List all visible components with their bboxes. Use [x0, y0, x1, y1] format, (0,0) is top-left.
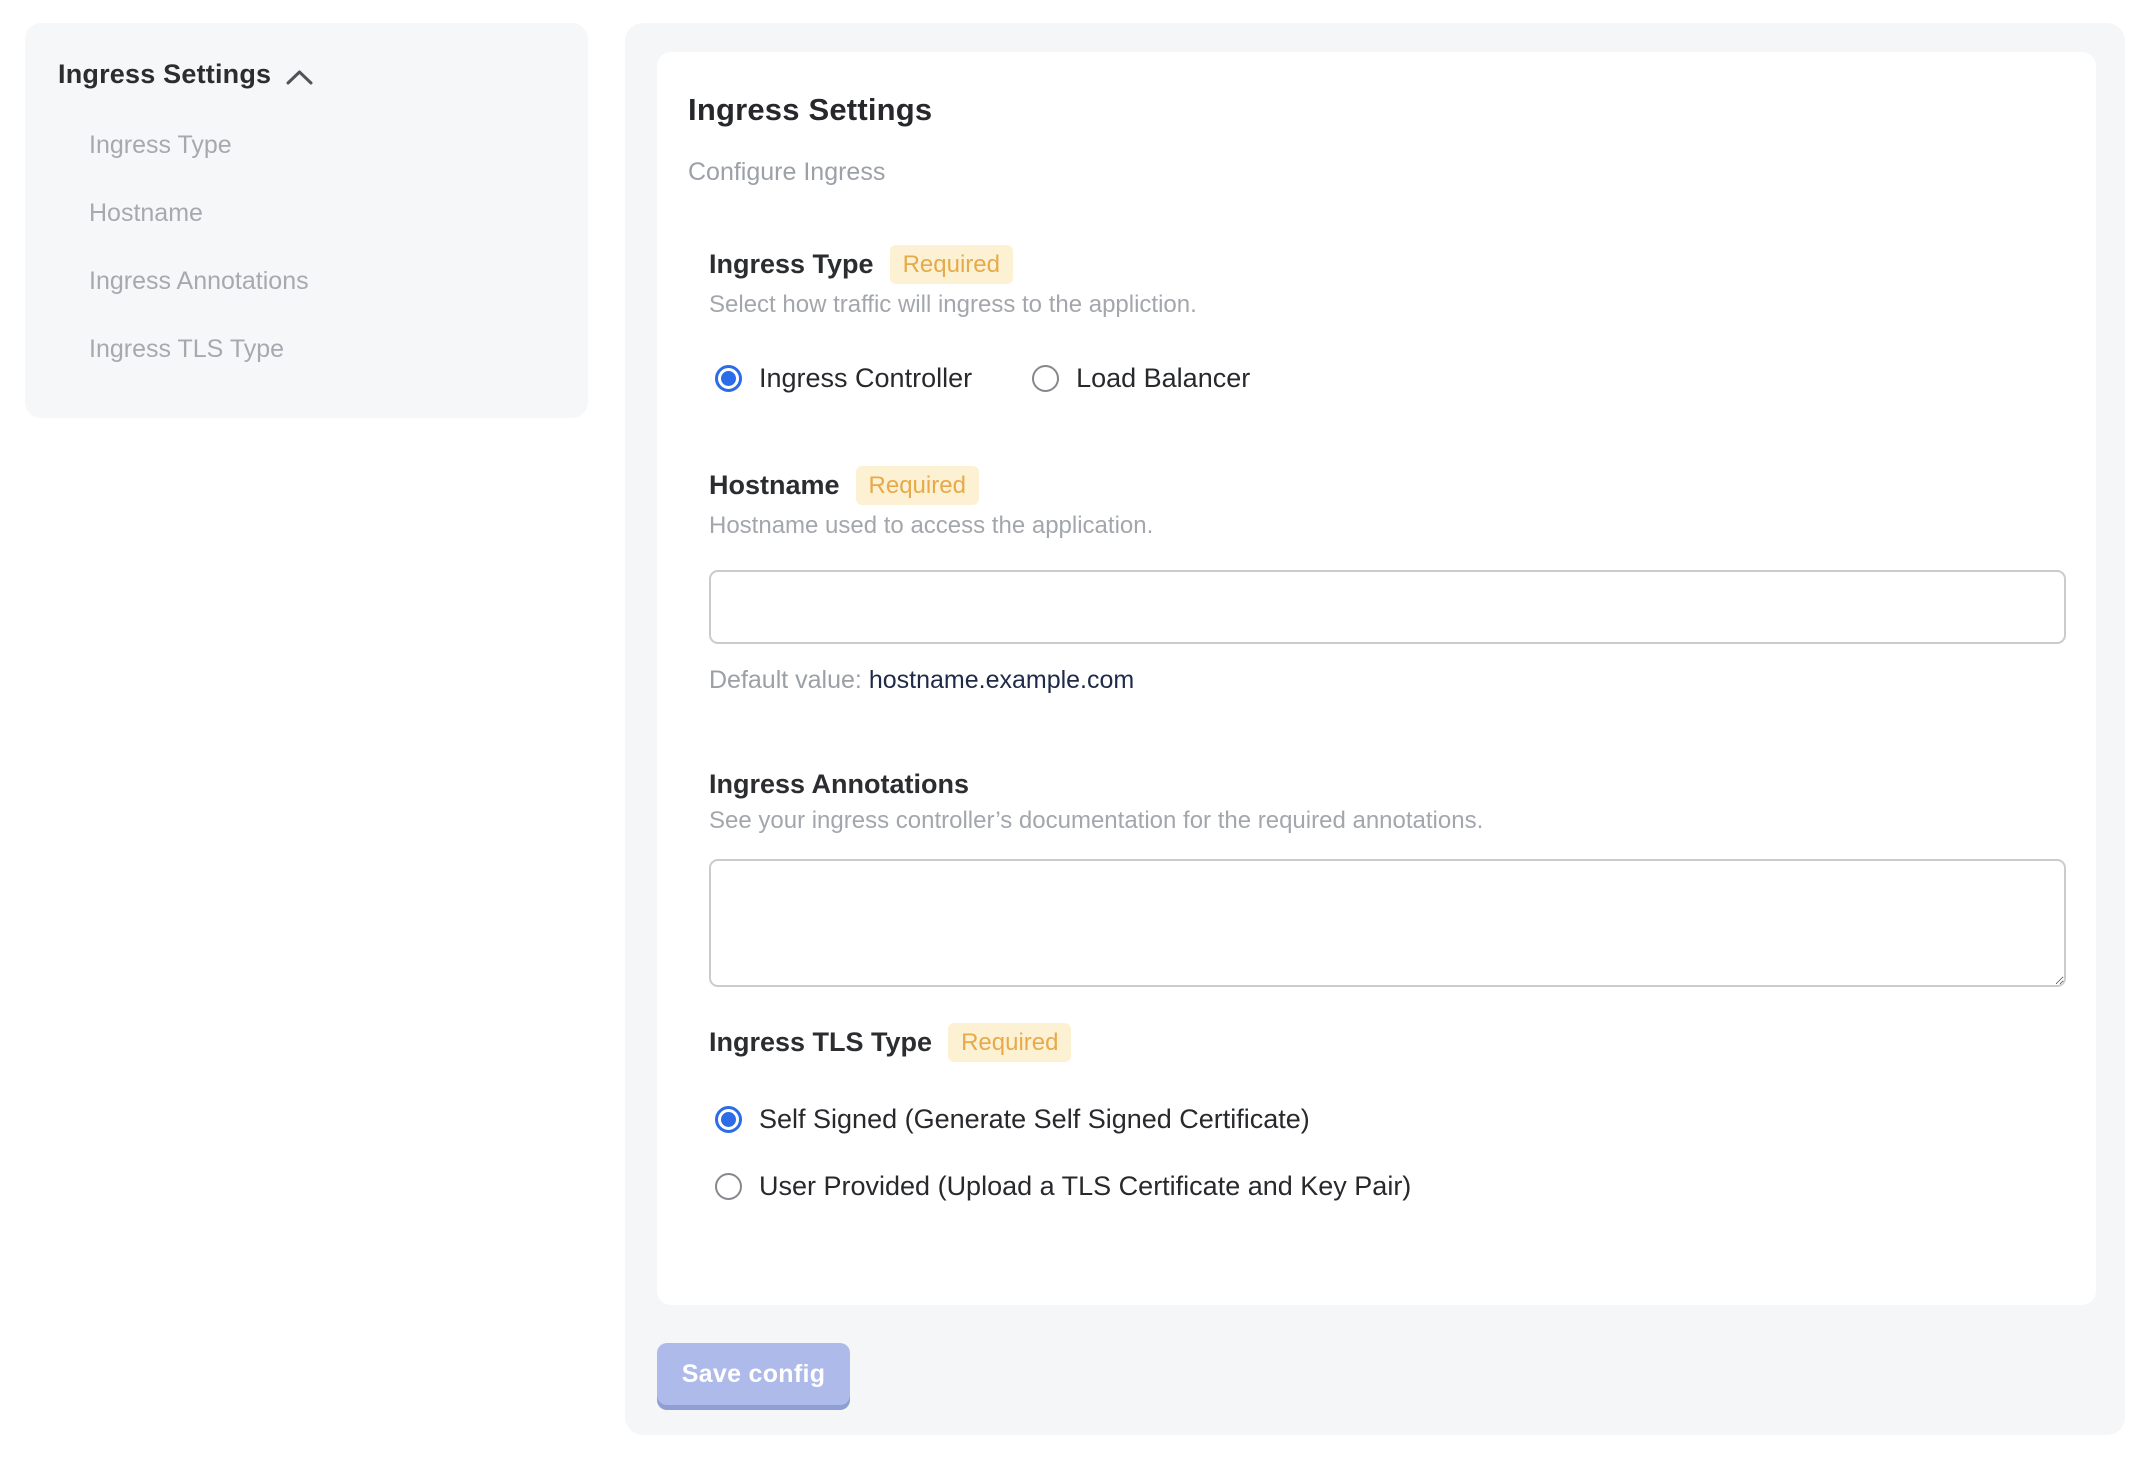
- sidebar-item-hostname[interactable]: Hostname: [89, 198, 560, 228]
- hostname-description: Hostname used to access the application.: [709, 512, 1154, 539]
- radio-icon: [1032, 365, 1060, 392]
- default-value-text: hostname.example.com: [868, 666, 1135, 694]
- settings-main-panel: Ingress Settings Configure Ingress Ingre…: [625, 23, 2125, 1435]
- radio-self-signed[interactable]: Self Signed (Generate Self Signed Certif…: [715, 1104, 2066, 1135]
- settings-nav-sidebar: Ingress Settings Ingress Type Hostname I…: [25, 23, 588, 418]
- sidebar-item-ingress-annotations[interactable]: Ingress Annotations: [89, 266, 560, 296]
- radio-user-provided[interactable]: User Provided (Upload a TLS Certificate …: [715, 1171, 2066, 1202]
- sidebar-item-ingress-type[interactable]: Ingress Type: [89, 130, 560, 160]
- form-sections: Ingress Type Required Select how traffic…: [688, 245, 2066, 1202]
- section-ingress-annotations: Ingress Annotations See your ingress con…: [709, 769, 2066, 987]
- annotations-description: See your ingress controller’s documentat…: [709, 807, 1484, 834]
- radio-icon: [715, 1106, 742, 1133]
- radio-icon: [715, 365, 742, 392]
- annotations-label: Ingress Annotations: [709, 769, 970, 799]
- hostname-label-row: Hostname Required: [709, 466, 2066, 505]
- radio-load-balancer[interactable]: Load Balancer: [1032, 363, 1250, 394]
- section-ingress-tls-type: Ingress TLS Type Required Self Signed (G…: [709, 1023, 2066, 1202]
- section-hostname: Hostname Required Hostname used to acces…: [709, 466, 2066, 695]
- page-subtitle: Configure Ingress: [688, 158, 886, 186]
- ingress-type-label-row: Ingress Type Required: [709, 245, 2066, 284]
- sidebar-section-title: Ingress Settings: [58, 59, 272, 89]
- radio-icon: [715, 1173, 742, 1200]
- required-badge: Required: [855, 466, 979, 505]
- annotations-label-row: Ingress Annotations: [709, 769, 2066, 800]
- ingress-settings-card: Ingress Settings Configure Ingress Ingre…: [657, 52, 2096, 1305]
- hostname-default-line: Default value: hostname.example.com: [709, 666, 2066, 695]
- ingress-type-description: Select how traffic will ingress to the a…: [709, 291, 1197, 318]
- radio-label: User Provided (Upload a TLS Certificate …: [759, 1171, 1412, 1201]
- radio-label: Ingress Controller: [759, 363, 973, 393]
- sidebar-item-ingress-tls-type[interactable]: Ingress TLS Type: [89, 334, 560, 364]
- page-title: Ingress Settings: [688, 92, 933, 127]
- annotations-textarea[interactable]: [709, 859, 2066, 987]
- hostname-label: Hostname: [709, 470, 840, 500]
- tls-type-label-row: Ingress TLS Type Required: [709, 1023, 2066, 1062]
- sidebar-item-list: Ingress Type Hostname Ingress Annotation…: [58, 130, 560, 364]
- chevron-up-icon[interactable]: [285, 68, 314, 86]
- radio-label: Load Balancer: [1076, 363, 1251, 393]
- section-ingress-type: Ingress Type Required Select how traffic…: [709, 245, 2066, 394]
- radio-ingress-controller[interactable]: Ingress Controller: [715, 363, 972, 394]
- default-value-label: Default value:: [709, 666, 862, 694]
- hostname-input[interactable]: [709, 570, 2066, 644]
- required-badge: Required: [948, 1023, 1072, 1062]
- ingress-type-radio-group: Ingress Controller Load Balancer: [709, 363, 2066, 394]
- sidebar-section-header[interactable]: Ingress Settings: [58, 59, 560, 90]
- required-badge: Required: [889, 245, 1013, 284]
- save-config-button[interactable]: Save config: [657, 1343, 850, 1405]
- tls-type-label: Ingress TLS Type: [709, 1027, 933, 1057]
- radio-label: Self Signed (Generate Self Signed Certif…: [759, 1104, 1310, 1134]
- tls-type-radio-group: Self Signed (Generate Self Signed Certif…: [709, 1104, 2066, 1202]
- ingress-type-label: Ingress Type: [709, 249, 874, 279]
